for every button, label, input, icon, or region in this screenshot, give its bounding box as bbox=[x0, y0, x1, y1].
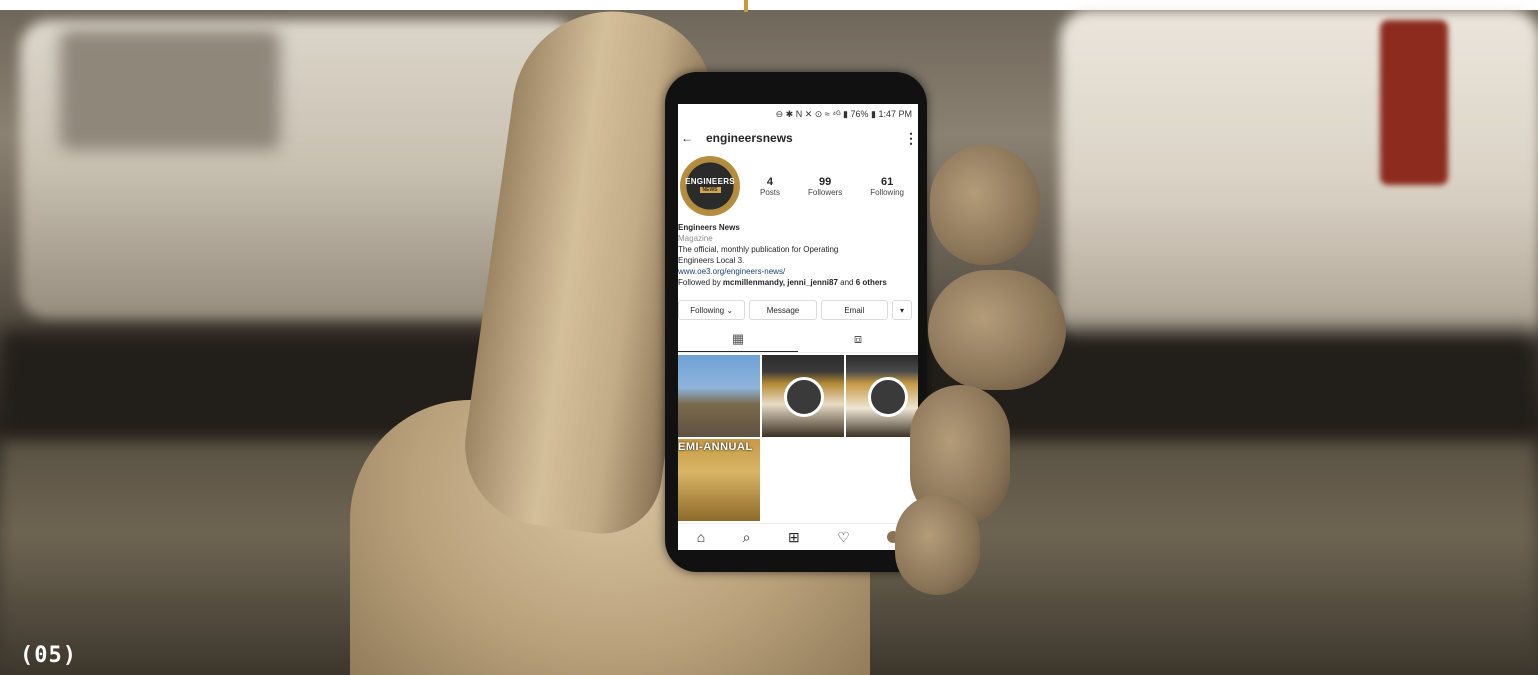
home-icon[interactable]: ⌂ bbox=[697, 529, 705, 545]
avatar-logo-text: ENGINEERS bbox=[685, 177, 735, 186]
profile-tabs: ▦ ⧈ bbox=[678, 326, 918, 353]
bio-category: Magazine bbox=[678, 234, 713, 243]
email-button[interactable]: Email bbox=[820, 300, 888, 320]
bio-link[interactable]: www.oe3.org/engineers-news/ bbox=[678, 266, 918, 277]
image-label: (05) bbox=[20, 643, 77, 668]
stat-label: Followers bbox=[807, 187, 843, 197]
profile-summary: ENGINEERS NEWS 4 Posts 99 Followers 61 F… bbox=[678, 152, 918, 220]
top-strip bbox=[0, 0, 1538, 10]
profile-stats: 4 Posts 99 Followers 61 Following bbox=[740, 176, 918, 197]
more-options-icon[interactable]: ⋮ bbox=[904, 130, 918, 147]
search-icon[interactable]: ⌕ bbox=[743, 529, 751, 546]
stat-value: 61 bbox=[880, 175, 894, 188]
glove-finger bbox=[930, 145, 1040, 265]
accent-mark bbox=[744, 0, 748, 12]
stat-following[interactable]: 61 Following bbox=[870, 176, 904, 197]
post-tile[interactable] bbox=[678, 355, 760, 437]
heart-icon[interactable]: ♡ bbox=[837, 529, 850, 546]
post-tile[interactable] bbox=[846, 355, 918, 437]
post-tile[interactable] bbox=[762, 355, 844, 437]
tagged-icon: ⧈ bbox=[853, 331, 863, 346]
suggested-dropdown-button[interactable]: ▾ bbox=[891, 300, 912, 320]
status-bar: ⊖ ✱ N ✕ ⊙ ≈ ⁴ᴳ ▮ 76% ▮ 1:47 PM bbox=[775, 109, 912, 119]
truck-taillight bbox=[1380, 20, 1448, 185]
post-tile-text: EMI-ANNUAL bbox=[678, 441, 753, 453]
followed-others: 6 others bbox=[855, 278, 887, 287]
stat-value: 4 bbox=[766, 175, 774, 188]
profile-header: ← engineersnews ⋮ bbox=[678, 124, 918, 152]
message-button[interactable]: Message bbox=[749, 300, 817, 320]
stat-value: 99 bbox=[818, 175, 832, 188]
followed-prefix: Followed by bbox=[678, 278, 723, 287]
avatar-logo-sub: NEWS bbox=[699, 187, 721, 193]
profile-username: engineersnews bbox=[706, 131, 793, 145]
truck-window bbox=[60, 30, 280, 150]
avatar[interactable]: ENGINEERS NEWS bbox=[680, 156, 740, 216]
add-post-icon[interactable]: ⊞ bbox=[788, 529, 800, 546]
tab-tagged[interactable]: ⧈ bbox=[798, 326, 918, 352]
followed-names: mcmillenmandy, jenni_jenni87 bbox=[722, 278, 838, 287]
profile-bio: Engineers News Magazine The official, mo… bbox=[678, 220, 918, 288]
bottom-nav: ⌂ ⌕ ⊞ ♡ bbox=[678, 523, 918, 550]
following-button[interactable]: Following ⌄ bbox=[678, 300, 746, 320]
blurred-truck-right bbox=[1060, 10, 1538, 350]
emblem-icon bbox=[784, 377, 824, 417]
glove-finger bbox=[895, 495, 980, 595]
grid-icon: ▦ bbox=[731, 330, 745, 346]
bio-text-line2: Engineers Local 3. bbox=[678, 256, 745, 265]
avatar-logo: ENGINEERS NEWS bbox=[685, 170, 735, 200]
stat-label: Following bbox=[870, 187, 904, 197]
stat-label: Posts bbox=[759, 187, 780, 197]
back-arrow-icon[interactable]: ← bbox=[678, 131, 696, 145]
photo-background: ⊖ ✱ N ✕ ⊙ ≈ ⁴ᴳ ▮ 76% ▮ 1:47 PM ← enginee… bbox=[0, 0, 1538, 675]
profile-actions: Following ⌄ Message Email ▾ bbox=[678, 300, 918, 320]
followed-mid: and bbox=[837, 278, 856, 287]
post-tile[interactable]: EMI-ANNUAL bbox=[678, 439, 760, 521]
emblem-icon bbox=[868, 377, 908, 417]
tab-grid[interactable]: ▦ bbox=[678, 326, 798, 352]
followed-by[interactable]: Followed by mcmillenmandy, jenni_jenni87… bbox=[678, 277, 918, 288]
stat-posts[interactable]: 4 Posts bbox=[760, 176, 780, 197]
glove-finger bbox=[928, 270, 1066, 390]
post-grid: EMI-ANNUAL bbox=[678, 355, 918, 521]
phone-screen: ⊖ ✱ N ✕ ⊙ ≈ ⁴ᴳ ▮ 76% ▮ 1:47 PM ← enginee… bbox=[678, 104, 918, 550]
bio-name: Engineers News bbox=[678, 223, 740, 232]
stat-followers[interactable]: 99 Followers bbox=[808, 176, 842, 197]
bio-text-line1: The official, monthly publication for Op… bbox=[678, 245, 839, 254]
